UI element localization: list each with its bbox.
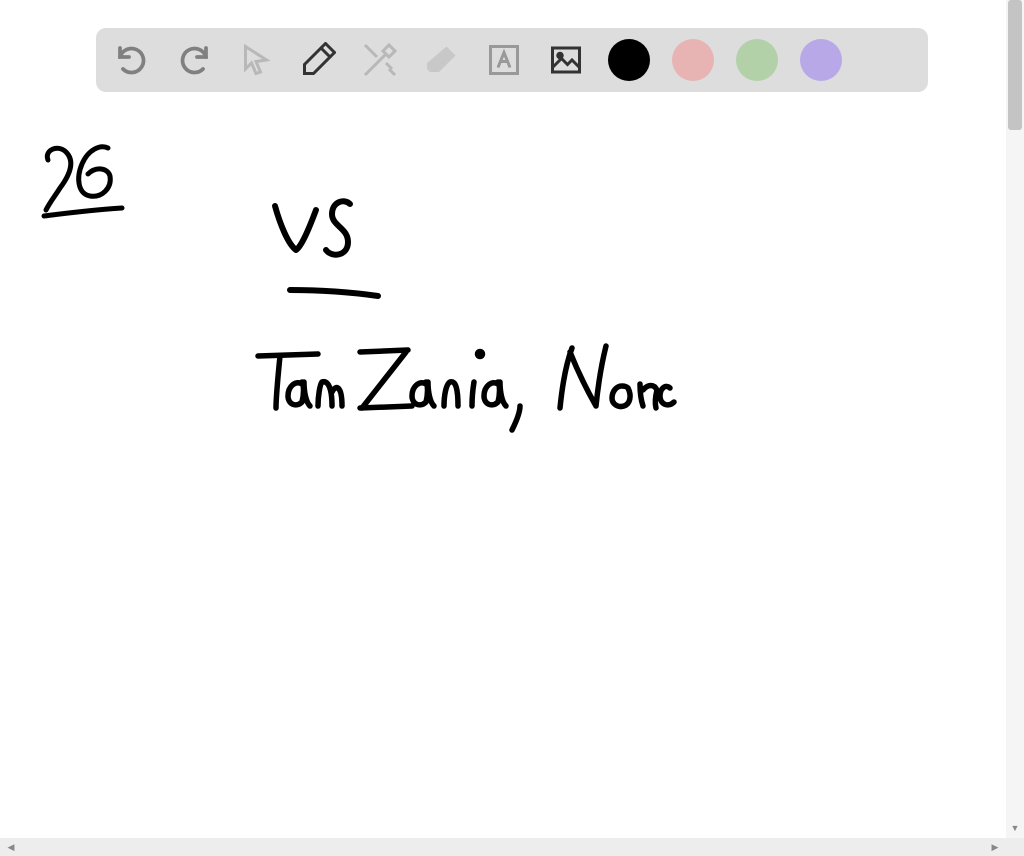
redo-icon xyxy=(176,42,212,78)
scrollbar-horizontal[interactable]: ◀ ▶ xyxy=(0,838,1006,856)
scrollbar-right-arrow-icon[interactable]: ▶ xyxy=(986,838,1004,856)
color-green[interactable] xyxy=(736,39,778,81)
redo-button[interactable] xyxy=(174,40,214,80)
scrollbar-vertical[interactable]: ▼ xyxy=(1006,0,1024,838)
pointer-button[interactable] xyxy=(236,40,276,80)
scrollbar-left-arrow-icon[interactable]: ◀ xyxy=(2,838,20,856)
scrollbar-down-arrow-icon[interactable]: ▼ xyxy=(1006,820,1024,836)
eraser-button[interactable] xyxy=(422,40,462,80)
eraser-icon xyxy=(424,42,460,78)
scrollbar-vertical-thumb[interactable] xyxy=(1008,0,1022,130)
canvas-area[interactable] xyxy=(0,0,1004,836)
app-container: ▼ ◀ ▶ xyxy=(0,0,1024,856)
pen-button[interactable] xyxy=(298,40,338,80)
undo-icon xyxy=(114,42,150,78)
text-button[interactable] xyxy=(484,40,524,80)
pointer-icon xyxy=(238,42,274,78)
color-black[interactable] xyxy=(608,39,650,81)
pen-icon xyxy=(300,42,336,78)
undo-button[interactable] xyxy=(112,40,152,80)
image-button[interactable] xyxy=(546,40,586,80)
text-icon xyxy=(486,42,522,78)
color-purple[interactable] xyxy=(800,39,842,81)
image-icon xyxy=(548,42,584,78)
handwriting-strokes xyxy=(0,0,1004,836)
toolbar xyxy=(96,28,928,92)
scroll-corner xyxy=(1006,838,1024,856)
tools-button[interactable] xyxy=(360,40,400,80)
tools-icon xyxy=(362,42,398,78)
color-pink[interactable] xyxy=(672,39,714,81)
